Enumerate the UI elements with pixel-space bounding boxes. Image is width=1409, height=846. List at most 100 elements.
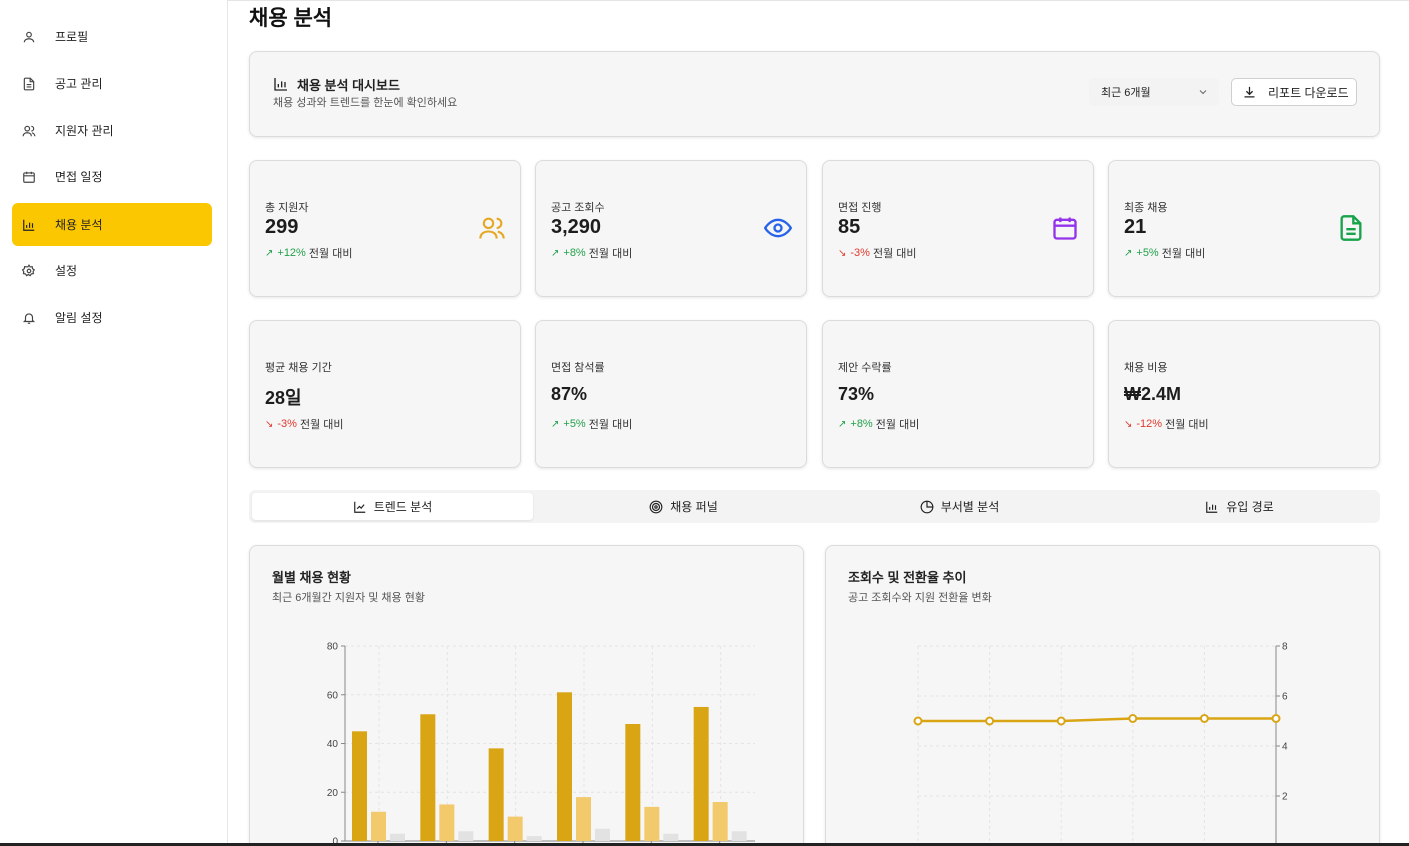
sidebar-item-label: 알림 설정 <box>55 311 103 325</box>
stat-change-pct: +12% <box>277 247 306 259</box>
sidebar-item-label: 설정 <box>55 264 78 278</box>
dashboard-header-card: 채용 분석 대시보드 채용 성과와 트렌드를 한눈에 확인하세요 최근 6개월 … <box>249 51 1380 137</box>
stat-change-pct: +5% <box>1136 247 1159 259</box>
download-icon <box>1242 85 1257 103</box>
tab-trend[interactable]: 트렌드 분석 <box>252 493 533 520</box>
stat-label: 총 지원자 <box>265 202 309 214</box>
tab-department[interactable]: 부서별 분석 <box>819 493 1100 520</box>
bar-chart-icon <box>1205 500 1219 514</box>
app-root: 프로필 공고 관리 지원자 관리 면접 일정 채용 분석 설정 알림 설정 채용… <box>0 0 1409 846</box>
trend-up-icon: ↗ <box>551 418 560 430</box>
stat-value: 73% <box>838 384 875 404</box>
data-point <box>913 716 923 726</box>
stat-label: 채용 비용 <box>1124 362 1168 374</box>
sidebar-item-analytics[interactable]: 채용 분석 <box>12 203 212 246</box>
bar <box>420 714 436 841</box>
sidebar-item-interviews[interactable]: 면접 일정 <box>12 155 212 198</box>
views-line-chart: 2 4 6 8 <box>913 642 1288 846</box>
tab-label: 부서별 분석 <box>940 500 1000 514</box>
sidebar-item-label: 지원자 관리 <box>55 124 114 138</box>
stat-card-interview-attendance: 면접 참석률 87% ↗ +5% 전월 대비 <box>535 320 807 468</box>
stat-value: 299 <box>265 216 299 238</box>
period-select[interactable]: 최근 6개월 <box>1089 78 1219 106</box>
stat-change-pct: -12% <box>1136 418 1163 430</box>
stat-change: ↗ +12% 전월 대비 <box>265 245 352 261</box>
sidebar-item-label: 면접 일정 <box>55 170 103 184</box>
stat-change-suffix: 전월 대비 <box>588 248 633 260</box>
stat-change-pct: -3% <box>850 247 870 259</box>
bar <box>595 828 610 841</box>
tab-label: 트렌드 분석 <box>373 500 433 514</box>
stat-change-pct: +8% <box>850 418 873 430</box>
sidebar-item-label: 프로필 <box>55 30 89 44</box>
stat-value: 28일 <box>265 388 302 408</box>
bar <box>390 833 405 841</box>
user-icon <box>22 30 36 44</box>
tab-label: 채용 퍼널 <box>670 500 718 514</box>
sidebar-item-profile[interactable]: 프로필 <box>12 15 212 58</box>
stat-change-suffix: 전월 대비 <box>300 419 344 431</box>
period-select-value: 최근 6개월 <box>1101 87 1151 99</box>
data-point <box>1271 714 1281 723</box>
tab-funnel[interactable]: 채용 퍼널 <box>543 493 824 520</box>
stat-change: ↗ +8% 전월 대비 <box>551 245 632 261</box>
bar <box>439 804 455 841</box>
sidebar-item-job-posts[interactable]: 공고 관리 <box>12 62 212 105</box>
stat-change: ↘ -3% 전월 대비 <box>265 416 344 432</box>
stat-label: 공고 조회수 <box>551 202 605 214</box>
stat-label: 최종 채용 <box>1124 202 1168 214</box>
stat-card-hiring-cost: 채용 비용 ₩2.4M ↘ -12% 전월 대비 <box>1108 320 1380 468</box>
stat-change-suffix: 전월 대비 <box>588 419 633 431</box>
stat-change: ↗ +5% 전월 대비 <box>551 416 632 432</box>
stat-label: 면접 참석률 <box>551 362 605 374</box>
sidebar-item-label: 채용 분석 <box>55 218 103 232</box>
trend-down-icon: ↘ <box>265 418 274 430</box>
trend-up-icon: ↗ <box>838 418 847 430</box>
stat-change: ↘ -3% 전월 대비 <box>838 245 917 261</box>
stat-value: 85 <box>838 216 861 238</box>
stat-change-pct: +5% <box>563 418 586 430</box>
stat-value: ₩2.4M <box>1124 384 1182 404</box>
gear-icon <box>22 263 36 278</box>
analysis-tabs: 트렌드 분석 채용 퍼널 부서별 분석 유입 경로 <box>249 490 1380 523</box>
stat-label: 면접 진행 <box>838 202 882 214</box>
tab-source[interactable]: 유입 경로 <box>1099 493 1380 520</box>
stat-card-interviews: 면접 진행 85 ↘ -3% 전월 대비 <box>822 160 1094 297</box>
y-tick-label: 80 <box>327 642 339 653</box>
sidebar-item-notifications[interactable]: 알림 설정 <box>12 296 212 339</box>
bar <box>352 731 367 841</box>
y2-tick-label: 2 <box>1282 792 1288 803</box>
sidebar-item-settings[interactable]: 설정 <box>12 249 212 292</box>
bar <box>507 816 523 841</box>
pie-icon <box>920 500 934 514</box>
data-point <box>1056 716 1066 726</box>
bar <box>625 724 641 841</box>
y2-tick-label: 6 <box>1282 692 1288 703</box>
stat-change-pct: +8% <box>563 247 586 259</box>
stat-card-total-applicants: 총 지원자 299 ↗ +12% 전월 대비 <box>249 160 521 297</box>
y-tick-label: 60 <box>327 690 339 701</box>
bar-chart-icon <box>22 218 36 232</box>
bar <box>712 802 728 841</box>
document-icon <box>1337 214 1365 242</box>
trend-down-icon: ↘ <box>838 247 847 259</box>
sidebar-item-applicants[interactable]: 지원자 관리 <box>12 109 212 152</box>
stat-card-job-views: 공고 조회수 3,290 ↗ +8% 전월 대비 <box>535 160 807 297</box>
data-point <box>1128 714 1138 723</box>
stat-change-suffix: 전월 대비 <box>1165 419 1209 431</box>
dashboard-title: 채용 분석 대시보드 <box>297 78 400 93</box>
chart-card-views: 조회수 및 전환율 추이 공고 조회수와 지원 전환율 변화 2468 <box>825 545 1380 846</box>
bar <box>458 831 474 841</box>
trend-up-icon: ↗ <box>1124 247 1133 259</box>
bar <box>644 806 660 841</box>
download-report-button[interactable]: 리포트 다운로드 <box>1231 78 1357 106</box>
bar <box>731 831 747 841</box>
chevron-down-icon <box>1197 86 1209 101</box>
dashboard-subtitle: 채용 성과와 트렌드를 한눈에 확인하세요 <box>273 97 458 109</box>
chart-card-monthly: 월별 채용 현황 최근 6개월간 지원자 및 채용 현황 0 20 40 60 80 <box>249 545 804 846</box>
trend-icon <box>353 500 367 514</box>
stat-value: 87% <box>551 384 588 404</box>
y-tick-label: 20 <box>327 788 339 799</box>
stat-change: ↗ +8% 전월 대비 <box>838 416 919 432</box>
tab-label: 유입 경로 <box>1226 500 1274 514</box>
